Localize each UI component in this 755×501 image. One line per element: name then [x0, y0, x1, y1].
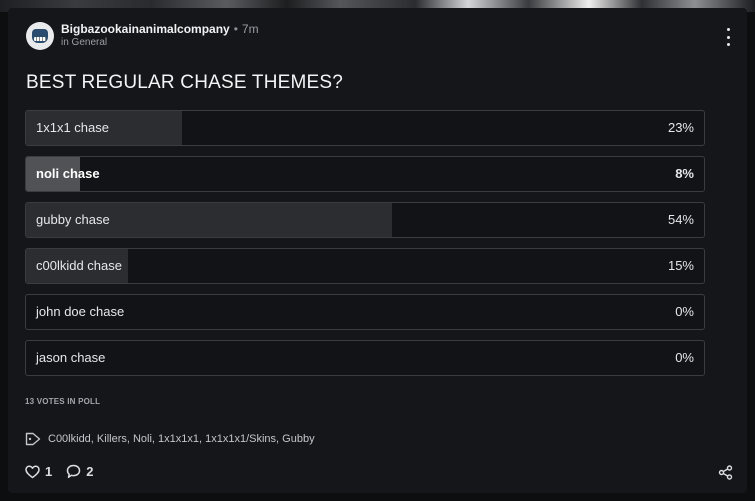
poll-option[interactable]: c00lkidd chase 15% [25, 248, 705, 284]
poll-option[interactable]: gubby chase 54% [25, 202, 705, 238]
poll-option-percent: 0% [675, 350, 694, 365]
share-icon [718, 465, 733, 480]
poll-option-percent: 8% [675, 166, 694, 181]
poll: 1x1x1 chase 23% noli chase 8% gubby chas… [25, 110, 705, 386]
poll-option-percent: 0% [675, 304, 694, 319]
poll-option-percent: 23% [667, 120, 694, 135]
poll-option-label: 1x1x1 chase [36, 120, 109, 135]
post-header: Bigbazookainanimalcompany • 7m in General [26, 22, 259, 50]
like-button[interactable]: 1 [25, 464, 52, 479]
post-time: 7m [241, 22, 259, 36]
post-title: BEST REGULAR CHASE THEMES? [26, 72, 344, 93]
poll-option[interactable]: noli chase 8% [25, 156, 705, 192]
poll-option-label: gubby chase [36, 212, 110, 227]
avatar[interactable] [26, 22, 54, 50]
post-card: Bigbazookainanimalcompany • 7m in General … [8, 8, 747, 493]
like-count: 1 [45, 464, 53, 479]
author-line: Bigbazookainanimalcompany • 7m [61, 22, 259, 36]
poll-option[interactable]: jason chase 0% [25, 340, 705, 376]
poll-vote-count: 13 VOTES IN POLL [25, 397, 101, 406]
channel-label[interactable]: in General [61, 37, 259, 49]
poll-option-label: jason chase [36, 350, 106, 365]
comment-button[interactable]: 2 [66, 464, 93, 479]
heart-icon [25, 464, 40, 478]
author-name[interactable]: Bigbazookainanimalcompany [61, 22, 230, 36]
poll-option-percent: 15% [667, 258, 694, 273]
poll-option[interactable]: 1x1x1 chase 23% [25, 110, 705, 146]
tags-text[interactable]: C00lkidd, Killers, Noli, 1x1x1x1, 1x1x1x… [48, 433, 315, 445]
comment-count: 2 [86, 464, 94, 479]
avatar-teeth [34, 37, 46, 41]
post-actions: 1 2 [25, 464, 107, 479]
poll-option-label: john doe chase [36, 304, 125, 319]
poll-option-label: noli chase [36, 166, 100, 181]
more-vertical-icon[interactable] [723, 28, 733, 46]
share-button[interactable] [718, 465, 733, 485]
poll-option-label: c00lkidd chase [36, 258, 122, 273]
post-meta: Bigbazookainanimalcompany • 7m in General [61, 22, 259, 49]
tag-icon [25, 432, 41, 446]
comment-icon [66, 464, 81, 479]
poll-option-percent: 54% [667, 212, 694, 227]
poll-option[interactable]: john doe chase 0% [25, 294, 705, 330]
meta-separator: • [233, 22, 238, 36]
post-tags: C00lkidd, Killers, Noli, 1x1x1x1, 1x1x1x… [25, 432, 315, 446]
